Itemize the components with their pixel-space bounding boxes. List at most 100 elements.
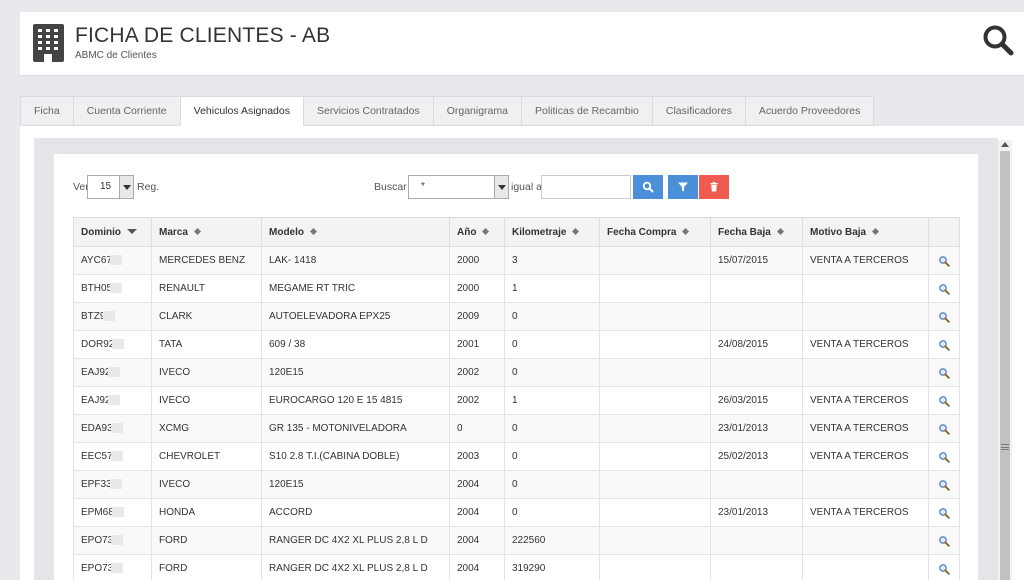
page-title: FICHA DE CLIENTES - AB	[75, 24, 331, 47]
chevron-down-icon[interactable]	[119, 176, 133, 198]
table-row[interactable]: EPF33 IVECO 120E15 2004 0	[73, 470, 960, 499]
operator-label: igual a	[511, 181, 542, 193]
cell-motivo-baja: VENTA A TERCEROS	[802, 386, 929, 415]
cell-actions	[928, 554, 960, 580]
cell-value: 1	[512, 283, 518, 294]
table-row[interactable]: BTZ9 CLARK AUTOELEVADORA EPX25 2009 0	[73, 302, 960, 331]
magnifier-icon[interactable]	[938, 563, 950, 575]
cell-value: VENTA A TERCEROS	[810, 339, 909, 350]
table-row[interactable]: DOR92 TATA 609 / 38 2001 0 24/08/2015 VENTA A …	[73, 330, 960, 359]
sort-icon[interactable]	[776, 228, 784, 236]
column-header-kilometraje[interactable]: Kilometraje	[504, 217, 600, 247]
column-header-label: Año	[457, 226, 477, 238]
cell-dominio: EEC57	[73, 442, 152, 471]
redaction-mask	[108, 395, 121, 406]
cell-value: 3	[512, 255, 518, 266]
vertical-scrollbar[interactable]	[998, 140, 1012, 580]
magnifier-icon[interactable]	[938, 423, 950, 435]
table-row[interactable]: EPO73 FORD RANGER DC 4X2 XL PLUS 2,8 L D 20…	[73, 554, 960, 580]
scroll-up-arrow-icon[interactable]	[1001, 142, 1009, 147]
cell-marca: HONDA	[151, 498, 262, 527]
search-field-value: *	[421, 181, 425, 192]
column-header-fecha-compra[interactable]: Fecha Compra	[599, 217, 711, 247]
magnifier-icon[interactable]	[938, 451, 950, 463]
tab-organigrama[interactable]: Organigrama	[432, 96, 521, 126]
magnifier-icon[interactable]	[938, 311, 950, 323]
magnifier-icon[interactable]	[938, 367, 950, 379]
column-header-fecha-baja[interactable]: Fecha Baja	[710, 217, 803, 247]
magnifier-icon[interactable]	[938, 507, 950, 519]
search-field-select[interactable]: *	[408, 175, 509, 199]
column-header-label: Fecha Baja	[718, 226, 771, 238]
column-header-modelo[interactable]: Modelo	[261, 217, 450, 247]
cell-value: 0	[512, 479, 518, 490]
search-icon[interactable]	[982, 24, 1014, 56]
table-row[interactable]: EAJ92 IVECO 120E15 2002 0	[73, 358, 960, 387]
magnifier-icon[interactable]	[938, 339, 950, 351]
sort-icon[interactable]	[193, 228, 201, 236]
magnifier-icon[interactable]	[938, 395, 950, 407]
tab-politicas-de-recambio[interactable]: Politicas de Recambio	[520, 96, 652, 126]
cell-value: 23/01/2013	[718, 423, 769, 434]
cell-value: 0	[512, 367, 518, 378]
column-header-dominio[interactable]: Dominio	[73, 217, 152, 247]
cell-fecha-baja: 25/02/2013	[710, 442, 803, 471]
sort-icon[interactable]	[482, 228, 490, 236]
cell-value: 26/03/2015	[718, 395, 769, 406]
cell-fecha-compra	[599, 414, 711, 443]
cell-kilometraje: 0	[504, 330, 600, 359]
table-row[interactable]: EEC57 CHEVROLET S10 2.8 T.I.(CABINA DOBLE)…	[73, 442, 960, 471]
cell-fecha-compra	[599, 554, 711, 580]
column-header-anio[interactable]: Año	[449, 217, 505, 247]
cell-dominio: DOR92	[73, 330, 152, 359]
cell-value: LAK- 1418	[269, 255, 317, 266]
table-row[interactable]: EAJ92 IVECO EUROCARGO 120 E 15 4815 2002 1 26…	[73, 386, 960, 415]
magnifier-icon[interactable]	[938, 535, 950, 547]
cell-value: 2009	[457, 311, 480, 322]
table-row[interactable]: EPO73 FORD RANGER DC 4X2 XL PLUS 2,8 L D 20…	[73, 526, 960, 555]
table-row[interactable]: BTH05 RENAULT MEGAME RT TRIC 2000 1	[73, 274, 960, 303]
search-input[interactable]	[541, 175, 631, 199]
sort-desc-icon[interactable]	[127, 228, 137, 235]
cell-value: 609 / 38	[269, 339, 306, 350]
cell-kilometraje: 319290	[504, 554, 600, 580]
cell-actions	[928, 414, 960, 443]
magnifier-icon[interactable]	[938, 255, 950, 267]
scrollbar-thumb[interactable]	[1000, 151, 1010, 580]
sort-icon[interactable]	[310, 228, 317, 236]
column-header-marca[interactable]: Marca	[151, 217, 262, 247]
table-row[interactable]: AYC67 MERCEDES BENZ LAK- 1418 2000 3 15/07/20…	[73, 246, 960, 275]
cell-value: RANGER DC 4X2 XL PLUS 2,8 L D	[269, 563, 428, 574]
sort-icon[interactable]	[572, 228, 580, 236]
sort-icon[interactable]	[682, 228, 690, 236]
trash-icon	[710, 182, 718, 192]
column-header-label: Fecha Compra	[607, 226, 677, 238]
cell-anio: 2009	[449, 302, 505, 331]
table-row[interactable]: EDA93 XCMG GR 135 - MOTONIVELADORA 0 0 23/01/…	[73, 414, 960, 443]
tab-acuerdo-proveedores[interactable]: Acuerdo Proveedores	[744, 96, 875, 126]
tab-servicios-contratados[interactable]: Servicios Contratados	[302, 96, 433, 126]
delete-button[interactable]	[699, 175, 729, 199]
search-button[interactable]	[633, 175, 663, 199]
tab-ficha[interactable]: Ficha	[20, 96, 73, 126]
column-header-motivo-baja[interactable]: Motivo Baja	[802, 217, 929, 247]
cell-motivo-baja	[802, 274, 929, 303]
sort-icon[interactable]	[872, 228, 880, 236]
cell-value: IVECO	[159, 479, 191, 490]
page-subtitle: ABMC de Clientes	[75, 50, 157, 61]
chevron-down-icon[interactable]	[494, 176, 508, 198]
table-row[interactable]: EPM68 HONDA ACCORD 2004 0 23/01/2013 VENTA A T…	[73, 498, 960, 527]
cell-fecha-baja: 26/03/2015	[710, 386, 803, 415]
cell-value: 120E15	[269, 367, 304, 378]
tab-cuenta-corriente[interactable]: Cuenta Corriente	[72, 96, 180, 126]
magnifier-icon[interactable]	[938, 479, 950, 491]
cell-value: 2004	[457, 535, 480, 546]
scrollbar-grip-icon	[1001, 444, 1009, 450]
filter-button[interactable]	[668, 175, 698, 199]
cell-fecha-compra	[599, 386, 711, 415]
magnifier-icon[interactable]	[938, 283, 950, 295]
per-page-select[interactable]: 15	[87, 175, 134, 199]
tab-clasificadores[interactable]: Clasificadores	[651, 96, 745, 126]
column-header-label: Kilometraje	[512, 226, 567, 238]
tab-vehiculos-asignados[interactable]: Vehiculos Asignados	[179, 96, 303, 126]
